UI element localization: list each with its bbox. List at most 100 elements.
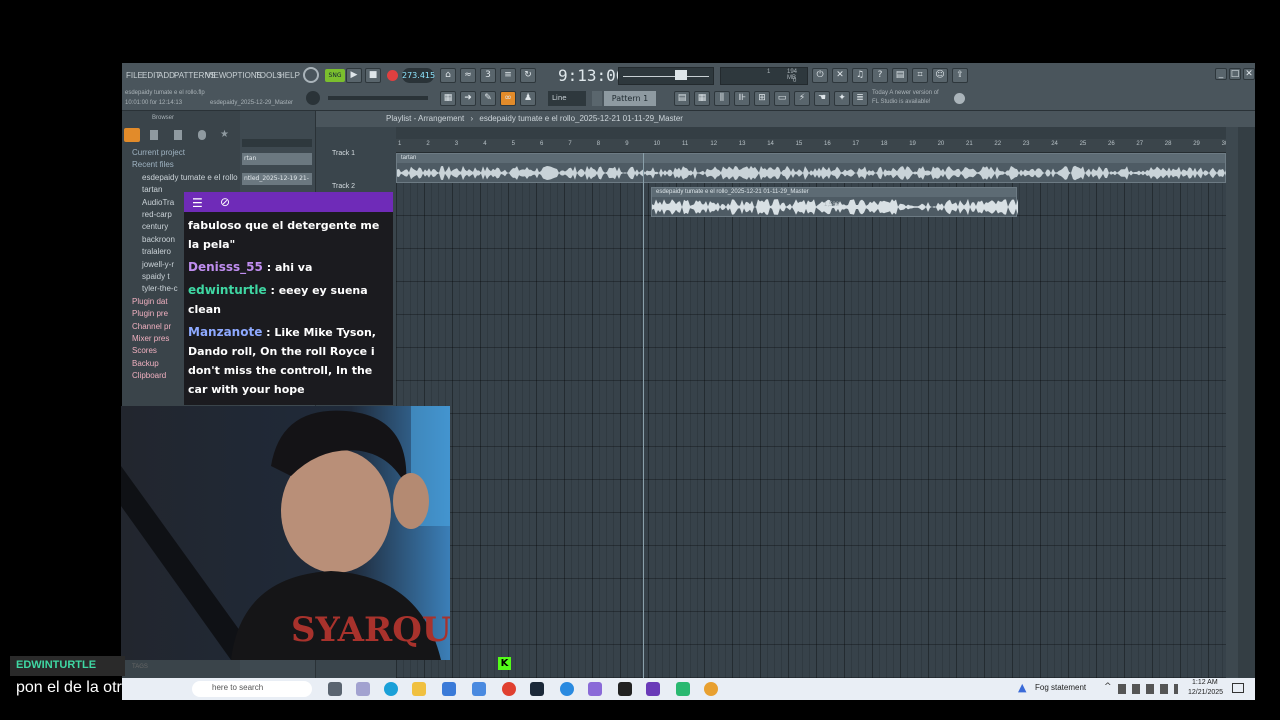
taskbar-time[interactable]: 1:12 AM (1192, 679, 1218, 686)
discord-icon[interactable] (588, 682, 602, 696)
browser-item[interactable]: red-carp (142, 210, 172, 219)
browser-item[interactable]: esdepaidy tumate e el rollo (142, 173, 238, 182)
browser-item[interactable]: Plugin dat (132, 297, 168, 306)
stop-button[interactable]: ■ (365, 68, 381, 83)
step-edit-icon[interactable]: ≡ (500, 68, 516, 83)
link-icon[interactable]: ∞ (500, 91, 516, 106)
tempo-display[interactable]: 273.415 (402, 68, 435, 83)
chat-username[interactable]: edwinturtle (188, 283, 267, 297)
menu-icon[interactable]: ☰ (192, 196, 203, 210)
browser-item[interactable]: tartan (142, 185, 162, 194)
plugin-icon[interactable]: ⌗ (912, 68, 928, 83)
song-position-clock[interactable]: 9:13:00 (558, 66, 625, 85)
playlist-icon[interactable]: ▤ (674, 91, 690, 106)
browser-all-icon[interactable] (124, 128, 140, 142)
playhead-line[interactable] (643, 153, 644, 678)
snap-selector[interactable]: Line (548, 91, 586, 106)
sliders-icon[interactable]: ⊪ (734, 91, 750, 106)
no-notifications-icon[interactable]: ⊘ (220, 195, 230, 209)
browser-star-icon[interactable]: ★ (220, 129, 229, 140)
strip-item-2[interactable]: ntled_2025-12-19 21- (242, 173, 312, 185)
edge-icon[interactable] (384, 682, 398, 696)
browser-speaker-icon[interactable] (174, 130, 182, 140)
notifications-icon[interactable] (1232, 683, 1244, 693)
audio-clip-tartan[interactable]: tartan (396, 153, 1227, 183)
audio-clip-master[interactable]: esdepaidy tumate e el rollo_2025-12-21 0… (651, 187, 1018, 217)
task-view-icon[interactable] (328, 682, 342, 696)
timeline-ruler[interactable]: 1 2 3 4 5 6 7 8 9 10 11 12 13 14 15 16 17 18 19 20 21 22 23 24 2… (396, 139, 1228, 153)
channel-rack-icon[interactable]: ▦ (694, 91, 710, 106)
menu-tools[interactable]: TOOLS (255, 71, 282, 80)
tray-chevron-icon[interactable]: ^ (1104, 682, 1112, 692)
browser-item[interactable]: Backup (132, 359, 159, 368)
menu-view[interactable]: VIEW (206, 71, 226, 80)
countdown-icon[interactable]: 3 (480, 68, 496, 83)
wand-icon[interactable]: ✦ (834, 91, 850, 106)
taskbar-date[interactable]: 12/21/2025 (1188, 689, 1223, 696)
weather-icon[interactable]: ▲ (1018, 681, 1026, 694)
copilot-app-icon[interactable] (356, 682, 370, 696)
browser-icon[interactable]: ⊞ (754, 91, 770, 106)
clipboard-icon[interactable]: ▭ (774, 91, 790, 106)
power-icon[interactable]: ⏻ (812, 68, 828, 83)
piano-roll-icon[interactable]: ▦ (440, 91, 456, 106)
store-icon[interactable] (442, 682, 456, 696)
news-globe-icon[interactable] (954, 93, 965, 104)
browser-item[interactable]: century (142, 222, 168, 231)
save-icon[interactable]: ▤ (892, 68, 908, 83)
tray-icons[interactable] (1118, 684, 1178, 694)
tools-icon[interactable]: ✕ (832, 68, 848, 83)
weather-text[interactable]: Fog statement (1035, 683, 1086, 692)
touch-icon[interactable]: ☚ (814, 91, 830, 106)
arrangement-grid[interactable]: tartan esdepaidy tumate e el rollo_2025-… (396, 153, 1227, 678)
share-icon[interactable]: ⇪ (952, 68, 968, 83)
chrome-icon[interactable] (502, 682, 516, 696)
twitch-icon[interactable] (646, 682, 660, 696)
app-icon-2[interactable] (676, 682, 690, 696)
chat-username[interactable]: Manzanote (188, 325, 262, 339)
microphone-icon[interactable]: ♫ (852, 68, 868, 83)
taskbar-search[interactable]: here to search (192, 681, 312, 697)
browser-file-icon[interactable] (150, 130, 158, 140)
file-explorer-icon[interactable] (412, 682, 426, 696)
wait-record-icon[interactable]: ≈ (460, 68, 476, 83)
fl-studio-taskbar-icon[interactable] (704, 682, 718, 696)
mail-icon[interactable] (472, 682, 486, 696)
chat-icon[interactable]: ☺ (932, 68, 948, 83)
browser-item[interactable]: Clipboard (132, 371, 166, 380)
minimize-icon[interactable]: _ (1215, 68, 1227, 80)
plug-icon[interactable]: ⚡ (794, 91, 810, 106)
browser-item[interactable]: Channel pr (132, 322, 171, 331)
browser-item[interactable]: tyler-the-c (142, 284, 178, 293)
playlist-scrollbar[interactable] (1226, 127, 1238, 678)
browser-plugin-icon[interactable] (198, 130, 206, 140)
browser-item[interactable]: spaidy t (142, 272, 170, 281)
browser-item[interactable]: AudioTra (142, 198, 174, 207)
master-pitch-slider[interactable] (328, 96, 428, 100)
close-icon[interactable]: ✕ (1243, 68, 1255, 80)
menu-help[interactable]: HELP (279, 71, 300, 80)
pencil-icon[interactable]: ✎ (480, 91, 496, 106)
pattern-selector[interactable]: Pattern 1 (604, 91, 656, 106)
app-icon-1[interactable] (560, 682, 574, 696)
maximize-icon[interactable]: □ (1229, 68, 1241, 80)
list-icon[interactable]: ≣ (852, 91, 868, 106)
play-button[interactable]: ▶ (346, 68, 362, 83)
metronome-icon[interactable]: ⌂ (440, 68, 456, 83)
master-volume-knob[interactable] (306, 91, 320, 105)
chat-username[interactable]: Denisss_55 (188, 260, 263, 274)
pattern-prev-icon[interactable] (592, 91, 602, 106)
browser-item[interactable]: Plugin pre (132, 309, 168, 318)
song-mode-toggle[interactable]: SNG (325, 69, 345, 82)
browser-item[interactable]: Mixer pres (132, 334, 169, 343)
menu-file[interactable]: FILE (126, 71, 143, 80)
record-button[interactable] (387, 70, 398, 81)
menu-add[interactable]: ADD (158, 71, 175, 80)
record-mode-knob[interactable] (303, 67, 319, 83)
browser-item[interactable]: Current project (132, 148, 185, 157)
track-1-label[interactable]: Track 1 (332, 150, 355, 157)
steam-icon[interactable] (530, 682, 544, 696)
arrow-right-icon[interactable]: ➜ (460, 91, 476, 106)
browser-item[interactable]: Scores (132, 346, 157, 355)
browser-item[interactable]: backroon (142, 235, 175, 244)
